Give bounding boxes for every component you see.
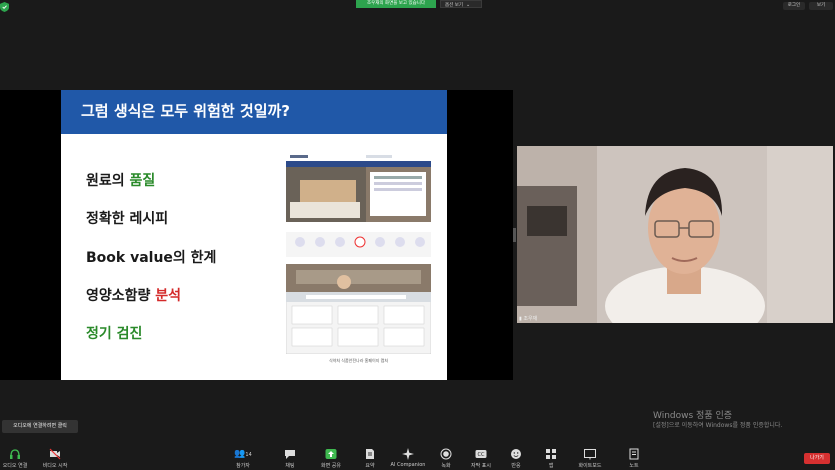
video-off-icon [49, 448, 61, 460]
share-screen-button[interactable]: 화면 공유 [319, 448, 343, 469]
website-screenshot-image [286, 264, 431, 354]
bullet-highlight: 품질 [129, 173, 156, 189]
reactions-label: 반응 [511, 463, 521, 469]
ai-companion-label: AI Companion [390, 462, 426, 468]
smiley-icon [511, 449, 521, 459]
windows-activation-subtitle: [설정]으로 이동하여 Windows를 정품 인증합니다. [653, 422, 783, 429]
document-icon [366, 449, 374, 459]
screenshot-caption: 식약처 식품안전나라 홈페이지 캡처 [328, 358, 388, 363]
slide-bullet-analysis: 영양소함량 분석 [86, 285, 181, 305]
chat-button[interactable]: 채팅 [283, 448, 297, 469]
chevron-down-icon: ⌄ [466, 2, 471, 8]
captions-button[interactable]: CC 자막 표시 [468, 448, 494, 469]
whiteboard-button[interactable]: 화이트보드 [576, 448, 604, 469]
share-screen-label: 화면 공유 [321, 463, 341, 469]
chat-label: 채팅 [285, 463, 295, 469]
record-icon [440, 448, 452, 460]
reactions-button[interactable]: 반응 [508, 448, 524, 469]
apps-button[interactable]: 앱 [545, 448, 557, 469]
summary-label: 요약 [365, 463, 375, 469]
website-screenshot-image [286, 152, 431, 257]
audio-connect-label: 오디오 연결 [2, 463, 28, 469]
cc-icon: CC [475, 450, 487, 458]
slide-title: 그럼 생식은 모두 위험한 것일까? [81, 102, 290, 120]
presentation-slide: 그럼 생식은 모두 위험한 것일까? 원료의 품질 정확한 레시피 Book v… [61, 90, 447, 380]
slide-bullet-book-value: Book value의 한계 [86, 250, 217, 266]
signal-bars-icon: ▮ [519, 316, 522, 322]
headphones-icon [10, 449, 20, 459]
view-button[interactable]: 보기 [809, 2, 833, 10]
audio-connect-tooltip: 오디오에 연결하려면 클릭 [2, 420, 78, 433]
notes-button[interactable]: 노트 [627, 448, 641, 469]
notes-label: 노트 [629, 463, 639, 469]
viewing-share-banner: 조우재의 화면을 보고 있습니다 [356, 0, 436, 8]
security-shield-icon[interactable] [0, 2, 9, 12]
login-button[interactable]: 로그인 [783, 2, 805, 10]
split-view-handle[interactable] [513, 228, 516, 242]
audio-connect-button[interactable]: 오디오 연결 [2, 448, 28, 469]
svg-text:CC: CC [478, 452, 485, 458]
participants-button[interactable]: 👥14 참가자 [232, 448, 254, 469]
whiteboard-label: 화이트보드 [578, 463, 602, 469]
sparkle-icon [402, 448, 414, 460]
bullet-highlight: 분석 [155, 288, 182, 304]
record-label: 녹화 [441, 463, 451, 469]
share-screen-icon [325, 449, 337, 459]
notes-icon [629, 448, 639, 460]
participant-video[interactable] [517, 146, 833, 323]
participants-icon: 👥 [234, 449, 246, 459]
chat-icon [285, 450, 295, 459]
participant-name-label: ▮ 조우재 [519, 315, 537, 322]
start-video-button[interactable]: 비디오 시작 [40, 448, 70, 469]
start-video-label: 비디오 시작 [42, 463, 68, 469]
ai-companion-button[interactable]: AI Companion [390, 448, 426, 468]
slide-bullet-quality: 원료의 품질 [86, 170, 155, 190]
slide-bullet-recipe: 정확한 레시피 [86, 211, 169, 227]
record-button[interactable]: 녹화 [439, 448, 453, 469]
whiteboard-icon [584, 449, 596, 460]
participants-label: 참가자 [236, 463, 250, 469]
leave-meeting-button[interactable]: 나가기 [804, 453, 830, 464]
apps-label: 앱 [548, 463, 554, 469]
participant-name: 조우재 [523, 316, 538, 322]
view-options-label: 옵션 보기 [445, 3, 463, 8]
slide-bullet-checkup: 정기 검진 [86, 326, 143, 342]
participant-video-image [517, 146, 833, 323]
participants-count: 14 [245, 452, 252, 458]
summary-button[interactable]: 요약 [362, 448, 378, 469]
view-options-dropdown[interactable]: 옵션 보기 ⌄ [440, 0, 482, 8]
apps-icon [546, 449, 556, 459]
captions-label: 자막 표시 [471, 463, 491, 469]
bullet-text: 원료의 [86, 173, 130, 189]
slide-title-bar: 그럼 생식은 모두 위험한 것일까? [61, 90, 447, 134]
bullet-text: 영양소함량 [86, 288, 156, 304]
